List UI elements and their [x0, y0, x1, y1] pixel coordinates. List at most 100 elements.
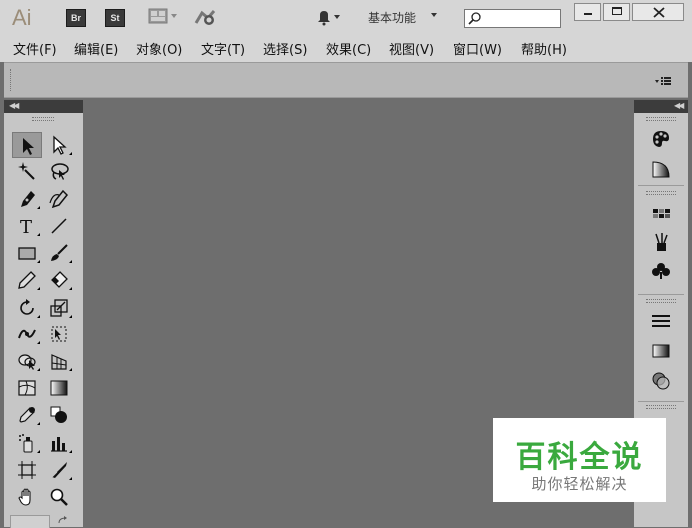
mesh-tool[interactable]	[12, 375, 42, 401]
workspace-switcher[interactable]: 基本功能	[368, 9, 416, 26]
chevron-down-icon[interactable]	[431, 13, 437, 17]
hand-tool[interactable]	[12, 484, 42, 510]
pencil-tool[interactable]	[12, 267, 42, 293]
transparency-panel-button[interactable]	[644, 368, 678, 394]
transparency-panel-icon	[652, 372, 670, 390]
pencil-tool-icon	[18, 271, 36, 289]
type-tool-icon: T	[20, 217, 32, 236]
menu-object[interactable]: 对象(O)	[136, 39, 182, 58]
control-bar	[4, 62, 688, 98]
toolbox-grip[interactable]	[32, 117, 54, 121]
brushes-panel-button[interactable]	[644, 229, 678, 255]
minimize-button[interactable]	[574, 3, 601, 21]
maximize-button[interactable]	[603, 3, 630, 21]
menu-bar: 文件(F) 编辑(E) 对象(O) 文字(T) 选择(S) 效果(C) 视图(V…	[0, 34, 692, 62]
blend-tool[interactable]	[44, 402, 74, 428]
eraser-tool[interactable]	[44, 267, 74, 293]
color-panel-button[interactable]	[644, 126, 678, 152]
shape-builder-tool[interactable]	[12, 348, 42, 374]
swatches-panel-button[interactable]	[644, 201, 678, 227]
curvature-tool-icon	[49, 189, 69, 209]
pen-tool-icon	[21, 191, 35, 207]
control-bar-grip[interactable]	[10, 69, 14, 91]
eyedropper-tool[interactable]	[12, 402, 42, 428]
swatches-panel-icon	[653, 209, 670, 218]
panel-group-grip[interactable]	[646, 405, 676, 409]
scale-tool[interactable]	[44, 295, 74, 321]
menu-view[interactable]: 视图(V)	[389, 39, 434, 58]
gpu-performance-icon[interactable]	[194, 8, 220, 28]
toolbox-header[interactable]: ◀◀	[4, 100, 83, 113]
color-guide-icon	[652, 161, 670, 178]
collapse-toolbox-icon[interactable]: ◀◀	[9, 101, 19, 110]
menu-file[interactable]: 文件(F)	[13, 39, 57, 58]
column-graph-tool-icon	[51, 437, 67, 452]
rectangle-tool-icon	[18, 247, 36, 260]
gradient-panel-icon	[652, 344, 670, 358]
arrange-documents-icon[interactable]	[148, 8, 180, 26]
stroke-panel-button[interactable]	[644, 308, 678, 334]
slice-tool[interactable]	[44, 457, 74, 483]
direct-selection-tool-icon	[53, 135, 67, 155]
menu-edit[interactable]: 编辑(E)	[74, 39, 118, 58]
gradient-panel-button[interactable]	[644, 338, 678, 364]
menu-help[interactable]: 帮助(H)	[521, 39, 567, 58]
curvature-tool[interactable]	[44, 186, 74, 212]
watermark: 百科全说 助你轻松解决	[493, 418, 666, 502]
zoom-tool[interactable]	[44, 484, 74, 510]
type-tool[interactable]: T	[12, 213, 42, 239]
panel-group-grip[interactable]	[646, 117, 676, 121]
hand-tool-icon	[18, 488, 31, 506]
rotate-tool[interactable]	[12, 295, 42, 321]
width-tool[interactable]	[12, 321, 42, 347]
perspective-grid-tool[interactable]	[44, 348, 74, 374]
notifications-icon[interactable]	[315, 8, 343, 26]
right-panel-header[interactable]: ◀◀	[634, 100, 688, 113]
app-logo: Ai	[12, 5, 32, 30]
zoom-tool-icon	[50, 488, 68, 506]
selection-tool[interactable]	[12, 132, 42, 158]
fill-stroke-swatch[interactable]	[10, 515, 50, 528]
menu-type[interactable]: 文字(T)	[201, 39, 245, 58]
direct-selection-tool[interactable]	[44, 132, 74, 158]
collapse-panels-icon[interactable]: ◀◀	[674, 101, 684, 110]
panel-menu-icon[interactable]	[654, 75, 672, 87]
slice-tool-icon	[50, 462, 67, 479]
symbol-sprayer-tool-icon	[19, 434, 33, 453]
magic-wand-tool-icon	[18, 162, 35, 180]
pen-tool[interactable]	[12, 186, 42, 212]
magic-wand-tool[interactable]	[12, 158, 42, 184]
paintbrush-tool[interactable]	[44, 240, 74, 266]
color-panel-icon	[653, 131, 669, 147]
artboard-tool[interactable]	[12, 457, 42, 483]
free-transform-tool[interactable]	[44, 321, 74, 347]
menu-select[interactable]: 选择(S)	[263, 39, 307, 58]
line-segment-tool[interactable]	[44, 213, 74, 239]
gradient-tool[interactable]	[44, 375, 74, 401]
close-button[interactable]	[632, 3, 684, 21]
symbols-panel-button[interactable]	[644, 258, 678, 284]
gradient-tool-icon	[50, 380, 68, 396]
menu-window[interactable]: 窗口(W)	[453, 39, 502, 58]
paintbrush-tool-icon	[51, 244, 68, 261]
stock-button[interactable]: St	[105, 9, 125, 27]
color-guide-button[interactable]	[644, 156, 678, 182]
swap-fill-stroke-icon[interactable]	[56, 515, 70, 525]
rectangle-tool[interactable]	[12, 240, 42, 266]
line-segment-tool-icon	[51, 218, 67, 234]
close-icon	[653, 7, 665, 18]
lasso-tool-icon	[51, 163, 69, 180]
column-graph-tool[interactable]	[44, 430, 74, 456]
panel-group-grip[interactable]	[646, 299, 676, 303]
symbol-sprayer-tool[interactable]	[12, 430, 42, 456]
perspective-grid-tool-icon	[51, 354, 67, 370]
mesh-tool-icon	[18, 380, 36, 396]
selection-tool-icon	[23, 138, 34, 155]
panel-group-grip[interactable]	[646, 191, 676, 195]
menu-effect[interactable]: 效果(C)	[326, 39, 371, 58]
rotate-tool-icon	[20, 299, 34, 315]
watermark-subtitle: 助你轻松解决	[531, 475, 628, 493]
lasso-tool[interactable]	[44, 158, 74, 184]
artboard-tool-icon	[18, 461, 36, 479]
bridge-button[interactable]: Br	[66, 9, 86, 27]
